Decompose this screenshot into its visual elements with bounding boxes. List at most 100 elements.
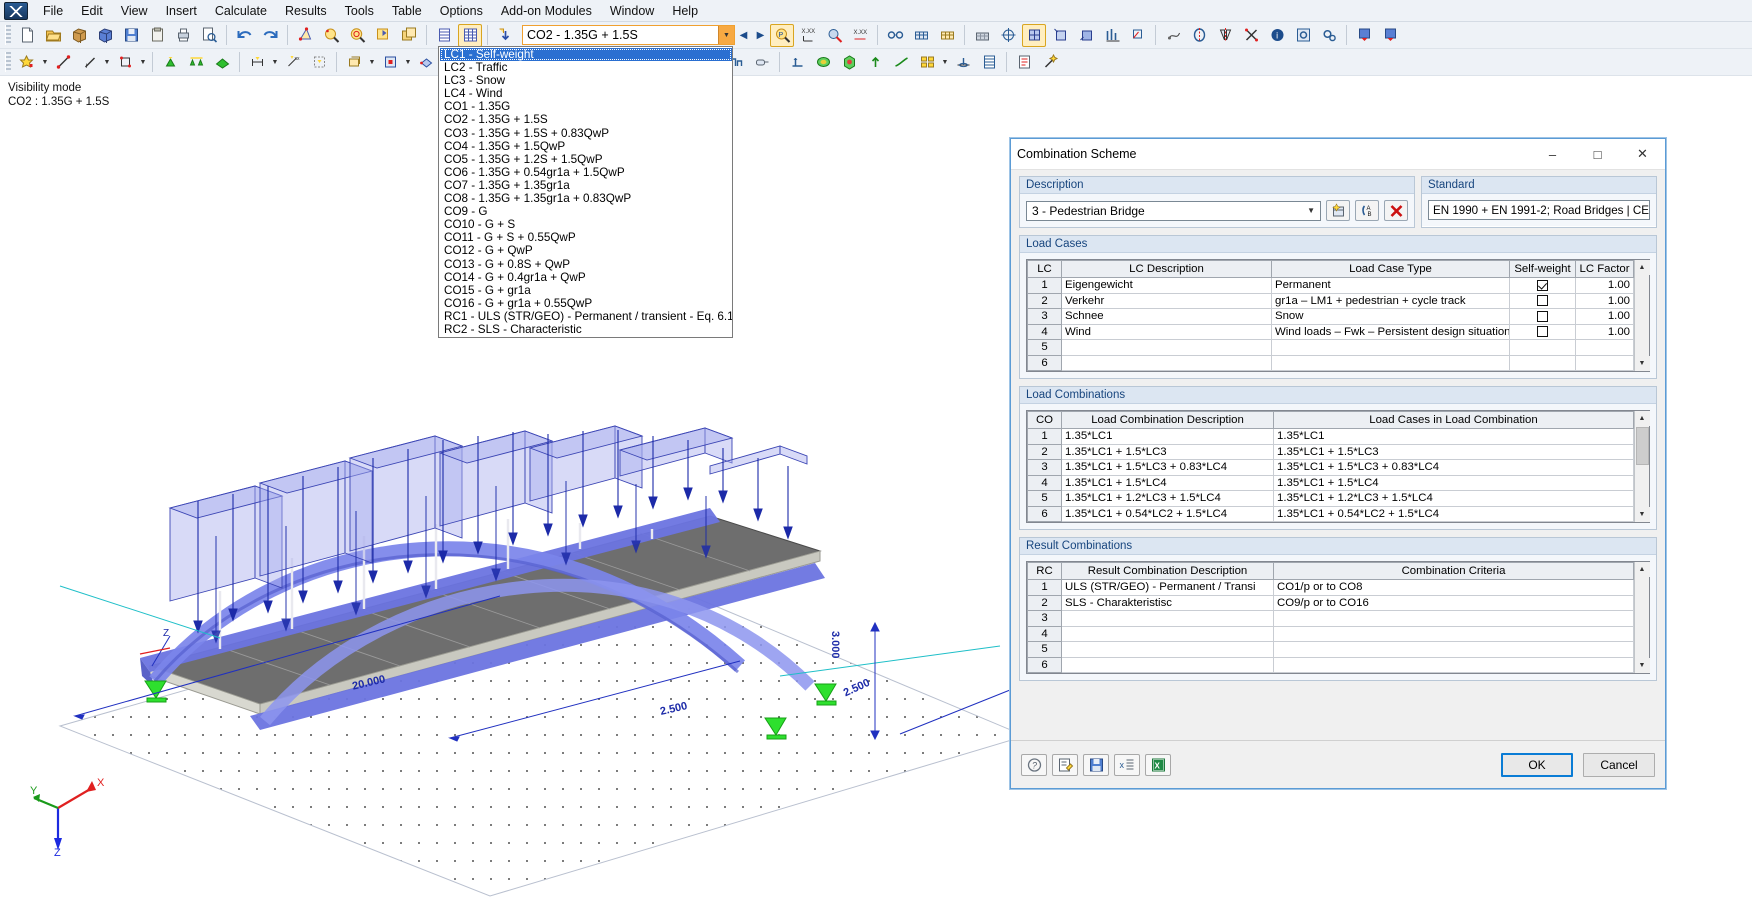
table-row[interactable]: 3 1.35*LC1 + 1.5*LC3 + 0.83*LC4 1.35*LC1… — [1027, 459, 1634, 476]
table-row[interactable]: 2 Verkehr gr1a – LM1 + pedestrian + cycl… — [1027, 292, 1634, 309]
table-row[interactable]: 6 — [1027, 656, 1634, 673]
deform3-icon[interactable] — [1074, 24, 1098, 47]
info-icon[interactable]: i — [1265, 24, 1289, 47]
table-row[interactable]: 2 1.35*LC1 + 1.5*LC3 1.35*LC1 + 1.5*LC3 — [1027, 443, 1634, 460]
fe-mesh-icon[interactable] — [996, 24, 1020, 47]
table-row[interactable]: 3 Schnee Snow 1.00 — [1027, 308, 1634, 325]
save-model-icon[interactable] — [93, 24, 117, 47]
cell-description[interactable]: SLS - Charakteristisc — [1061, 594, 1274, 611]
cell-criteria[interactable] — [1273, 625, 1634, 642]
ok-button[interactable]: OK — [1501, 752, 1573, 777]
close-icon[interactable]: ✕ — [1620, 139, 1665, 169]
cell-self-weight[interactable] — [1509, 339, 1576, 356]
table-row[interactable]: 1 1.35*LC1 1.35*LC1 — [1027, 428, 1634, 445]
cell-type[interactable]: gr1a – LM1 + pedestrian + cycle track — [1271, 292, 1510, 309]
menu-item-addon-modules[interactable]: Add-on Modules — [492, 1, 601, 21]
surface-icon[interactable] — [113, 51, 137, 74]
cross-select-icon[interactable] — [1239, 24, 1263, 47]
scroll-down-icon[interactable]: ▼ — [1634, 356, 1650, 371]
table-row[interactable]: 4 — [1027, 625, 1634, 642]
window-icon[interactable] — [397, 24, 421, 47]
chevron-down-icon[interactable]: ▼ — [718, 26, 734, 44]
scroll-down-icon[interactable]: ▼ — [1634, 658, 1650, 673]
member-icon[interactable]: I — [77, 51, 101, 74]
global-zoom-icon[interactable] — [345, 24, 369, 47]
cell-description[interactable] — [1061, 641, 1274, 658]
tables-grid-icon[interactable] — [458, 23, 482, 47]
cell-description[interactable]: 1.35*LC1 — [1061, 428, 1274, 445]
dialog-title-bar[interactable]: Combination Scheme – □ ✕ — [1011, 139, 1665, 170]
table-row[interactable]: 5 — [1027, 339, 1634, 356]
dropdown-item[interactable]: CO3 - 1.35G + 1.5S + 0.83QwP — [440, 127, 732, 140]
undo-icon[interactable] — [232, 24, 256, 47]
dropdown-item[interactable]: CO11 - G + S + 0.55QwP — [440, 231, 732, 244]
save-icon[interactable] — [119, 24, 143, 47]
slope-icon[interactable] — [889, 51, 913, 74]
description-combo[interactable]: 3 - Pedestrian Bridge ▼ — [1026, 200, 1321, 221]
delete-scheme-icon[interactable] — [1384, 200, 1408, 221]
scroll-up-icon[interactable]: ▲ — [1634, 411, 1650, 426]
cell-description[interactable]: Eigengewicht — [1061, 277, 1272, 294]
help-icon[interactable]: ? — [1021, 753, 1047, 776]
cell-description[interactable]: Schnee — [1061, 308, 1272, 325]
dropdown-item[interactable]: LC3 - Snow — [440, 74, 732, 87]
edit-icon[interactable] — [1052, 753, 1078, 776]
model-icon[interactable] — [750, 51, 774, 74]
cell-criteria[interactable]: CO1/p or to CO8 — [1273, 579, 1634, 596]
support-reaction-icon[interactable] — [951, 51, 975, 74]
nodal-deform-icon[interactable] — [1161, 24, 1185, 47]
cell-criteria[interactable] — [1273, 641, 1634, 658]
scroll-up-icon[interactable]: ▲ — [1634, 260, 1650, 275]
table-row[interactable]: 2 SLS - Charakteristisc CO9/p or to CO16 — [1027, 594, 1634, 611]
scroll-thumb[interactable] — [1635, 427, 1649, 465]
result-diagram2-icon[interactable] — [1378, 24, 1402, 47]
view-point-icon[interactable] — [822, 24, 846, 47]
menu-item-tools[interactable]: Tools — [336, 1, 383, 21]
cell-description[interactable]: 1.35*LC1 + 1.5*LC3 + 0.83*LC4 — [1061, 459, 1274, 476]
open-model-icon[interactable] — [67, 24, 91, 47]
gears-icon[interactable] — [1317, 24, 1341, 47]
chevron-down-icon[interactable]: ▼ — [40, 51, 50, 74]
cell-self-weight[interactable] — [1509, 323, 1576, 340]
dropdown-item[interactable]: LC4 - Wind — [440, 87, 732, 100]
redo-icon[interactable] — [258, 24, 282, 47]
minimize-icon[interactable]: – — [1530, 139, 1575, 169]
cell-description[interactable] — [1061, 354, 1272, 371]
chevron-down-icon[interactable]: ▼ — [270, 51, 280, 74]
cell-description[interactable] — [1061, 656, 1274, 673]
cell-cases[interactable]: 1.35*LC1 — [1273, 428, 1634, 445]
cell-description[interactable]: Verkehr — [1061, 292, 1272, 309]
checkbox[interactable] — [1537, 310, 1548, 322]
cell-description[interactable]: 1.35*LC1 + 1.5*LC4 — [1061, 474, 1274, 491]
cell-self-weight[interactable] — [1509, 308, 1576, 325]
dropdown-item[interactable]: CO2 - 1.35G + 1.5S — [440, 113, 732, 126]
cell-factor[interactable]: 1.00 — [1575, 308, 1634, 325]
cell-self-weight[interactable] — [1509, 292, 1576, 309]
menu-item-file[interactable]: File — [34, 1, 72, 21]
table-view2-icon[interactable] — [935, 24, 959, 47]
table-result-icon[interactable] — [977, 51, 1001, 74]
line-support-icon[interactable] — [184, 51, 208, 74]
chevron-down-icon[interactable]: ▼ — [940, 51, 950, 74]
cancel-button[interactable]: Cancel — [1583, 752, 1655, 777]
cell-factor[interactable]: 1.00 — [1575, 292, 1634, 309]
load-case-selector[interactable]: CO2 - 1.35G + 1.5S ▼ — [522, 25, 735, 45]
menu-item-edit[interactable]: Edit — [72, 1, 112, 21]
settings-icon[interactable] — [1291, 24, 1315, 47]
open-folder-icon[interactable] — [41, 24, 65, 47]
result-combinations-scrollbar[interactable]: ▲ ▼ — [1634, 562, 1650, 673]
deform-icon[interactable] — [1022, 23, 1046, 47]
menu-item-insert[interactable]: Insert — [157, 1, 206, 21]
cell-description[interactable] — [1061, 339, 1272, 356]
new-scheme-icon[interactable] — [1326, 200, 1350, 221]
deform2-icon[interactable] — [1048, 24, 1072, 47]
load-cases-table[interactable]: LC LC Description Load Case Type Self-we… — [1027, 260, 1634, 371]
cell-description[interactable] — [1061, 610, 1274, 627]
clipboard-icon[interactable] — [145, 24, 169, 47]
dropdown-item[interactable]: RC2 - SLS - Characteristic — [440, 323, 732, 336]
cell-type[interactable]: Permanent — [1271, 277, 1510, 294]
prev-load-case-button[interactable]: ◀ — [735, 25, 752, 45]
results-icon[interactable] — [1126, 24, 1150, 47]
load-area-icon[interactable] — [307, 51, 331, 74]
table-row[interactable]: 5 — [1027, 641, 1634, 658]
